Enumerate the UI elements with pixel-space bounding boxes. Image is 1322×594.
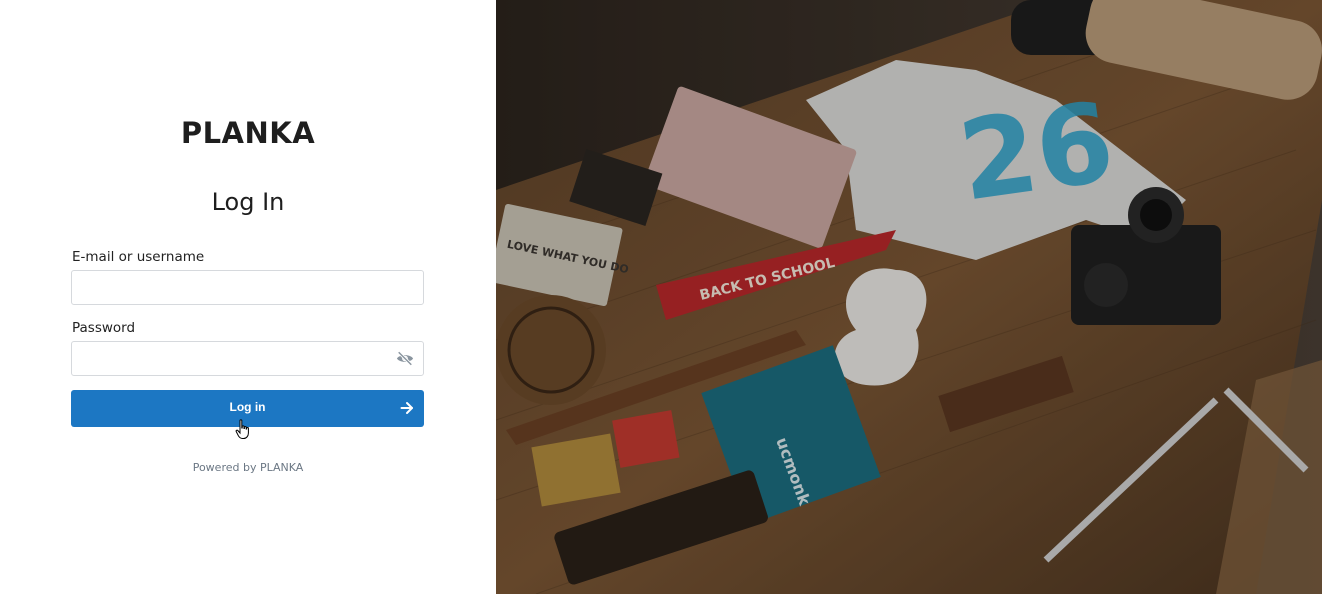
password-label: Password: [72, 320, 136, 336]
powered-by-link[interactable]: Powered by PLANKA: [0, 461, 496, 474]
background-photo: 26 LOVE WHAT YOU DO BACK TO SCHOOL ucmon…: [496, 0, 1322, 594]
arrow-right-icon: [400, 402, 413, 414]
login-button-label: Log in: [229, 400, 266, 414]
brand-logo: PLANKA: [180, 116, 316, 150]
page-title: Log In: [211, 188, 285, 216]
eye-slash-icon[interactable]: [396, 351, 414, 366]
email-label: E-mail or username: [72, 249, 205, 265]
password-field[interactable]: [71, 341, 424, 376]
login-button[interactable]: Log in: [71, 390, 424, 427]
desk-illustration: 26 LOVE WHAT YOU DO BACK TO SCHOOL ucmon…: [496, 0, 1322, 594]
login-panel: PLANKA Log In E-mail or username Passwor…: [0, 0, 496, 594]
email-field[interactable]: [71, 270, 424, 305]
